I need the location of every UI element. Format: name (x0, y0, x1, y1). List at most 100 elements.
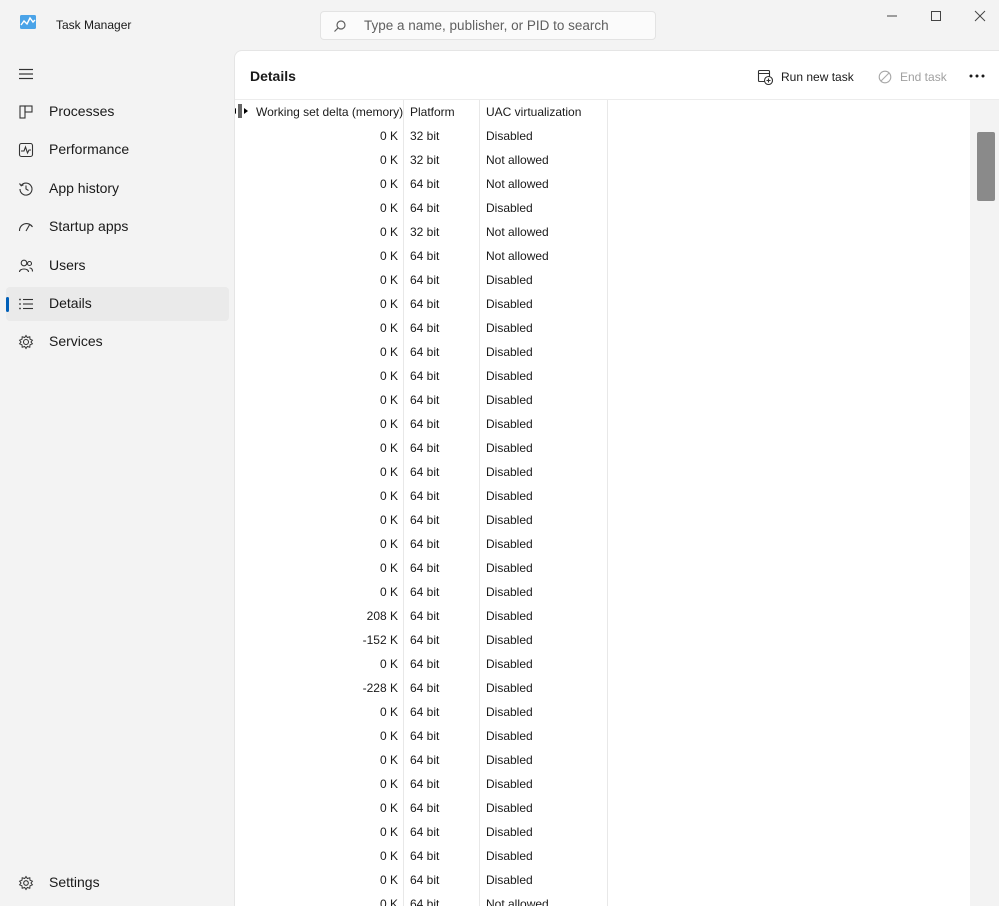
table-row[interactable]: 0 K 64 bit Disabled (235, 508, 609, 532)
end-task-label: End task (900, 70, 947, 84)
table-row[interactable]: 0 K 64 bit Disabled (235, 772, 609, 796)
vertical-scrollbar[interactable] (970, 100, 999, 906)
working-set-delta-cell: 208 K (366, 609, 398, 623)
table-row[interactable]: 208 K 64 bit Disabled (235, 604, 609, 628)
more-options-button[interactable] (967, 67, 987, 85)
table-row[interactable]: 0 K 64 bit Disabled (235, 340, 609, 364)
table-row[interactable]: -152 K 64 bit Disabled (235, 628, 609, 652)
platform-cell: 64 bit (410, 273, 440, 287)
scrollbar-thumb[interactable] (977, 132, 995, 201)
table-row[interactable]: 0 K 64 bit Disabled (235, 460, 609, 484)
platform-cell: 64 bit (410, 177, 440, 191)
table-row[interactable]: 0 K 64 bit Disabled (235, 868, 609, 892)
hamburger-icon (19, 68, 33, 80)
search-placeholder[interactable]: Type a name, publisher, or PID to search (364, 18, 609, 33)
search-icon (334, 20, 346, 32)
close-icon (974, 10, 986, 22)
working-set-delta-cell: 0 K (379, 825, 398, 839)
working-set-delta-cell: 0 K (379, 513, 398, 527)
platform-cell: 64 bit (410, 369, 440, 383)
table-row[interactable]: 0 K 64 bit Disabled (235, 796, 609, 820)
uac-virtualization-cell: Not allowed (486, 249, 549, 263)
page-title: Details (250, 68, 296, 84)
uac-virtualization-cell: Disabled (486, 705, 533, 719)
platform-cell: 64 bit (410, 441, 440, 455)
table-row[interactable]: 0 K 64 bit Disabled (235, 724, 609, 748)
platform-cell: 64 bit (410, 537, 440, 551)
sidebar-item-details[interactable]: Details (6, 287, 229, 321)
working-set-delta-cell: 0 K (379, 849, 398, 863)
table-row[interactable]: 0 K 64 bit Disabled (235, 844, 609, 868)
gear-icon (18, 875, 34, 891)
performance-icon (18, 142, 34, 158)
table-row[interactable]: 0 K 64 bit Disabled (235, 364, 609, 388)
table-row[interactable]: 0 K 64 bit Disabled (235, 388, 609, 412)
table-row[interactable]: 0 K 64 bit Disabled (235, 532, 609, 556)
sidebar-item-app-history[interactable]: App history (6, 172, 229, 206)
maximize-icon (931, 11, 941, 21)
platform-cell: 64 bit (410, 321, 440, 335)
uac-virtualization-cell: Disabled (486, 129, 533, 143)
end-task-button[interactable]: End task (878, 67, 947, 87)
working-set-delta-cell: 0 K (379, 249, 398, 263)
table-row[interactable]: 0 K 64 bit Disabled (235, 436, 609, 460)
uac-virtualization-cell: Disabled (486, 873, 533, 887)
platform-cell: 64 bit (410, 393, 440, 407)
sidebar-item-settings[interactable]: Settings (6, 866, 229, 900)
active-indicator (6, 297, 9, 312)
uac-virtualization-cell: Not allowed (486, 177, 549, 191)
table-row[interactable]: 0 K 64 bit Disabled (235, 700, 609, 724)
table-row[interactable]: 0 K 64 bit Not allowed (235, 172, 609, 196)
platform-cell: 64 bit (410, 849, 440, 863)
working-set-delta-cell: 0 K (379, 753, 398, 767)
sidebar-item-label: Startup apps (49, 218, 129, 234)
close-button[interactable] (957, 4, 999, 28)
table-row[interactable]: 0 K 64 bit Disabled (235, 292, 609, 316)
users-icon (18, 259, 34, 273)
table-row[interactable]: 0 K 64 bit Disabled (235, 268, 609, 292)
uac-virtualization-cell: Disabled (486, 729, 533, 743)
platform-cell: 64 bit (410, 657, 440, 671)
uac-virtualization-cell: Disabled (486, 585, 533, 599)
minimize-button[interactable] (869, 4, 915, 28)
working-set-delta-cell: 0 K (379, 657, 398, 671)
working-set-delta-cell: 0 K (379, 225, 398, 239)
sidebar-item-performance[interactable]: Performance (6, 133, 229, 167)
working-set-delta-cell: 0 K (379, 345, 398, 359)
platform-cell: 64 bit (410, 873, 440, 887)
uac-virtualization-cell: Disabled (486, 441, 533, 455)
platform-cell: 64 bit (410, 633, 440, 647)
table-row[interactable]: 0 K 64 bit Not allowed (235, 244, 609, 268)
platform-cell: 64 bit (410, 801, 440, 815)
platform-cell: 64 bit (410, 825, 440, 839)
minimize-icon (887, 15, 897, 17)
table-row[interactable]: 0 K 64 bit Disabled (235, 580, 609, 604)
table-row[interactable]: 0 K 64 bit Disabled (235, 652, 609, 676)
run-new-task-button[interactable]: Run new task (757, 67, 854, 87)
more-icon (969, 74, 985, 78)
table-row[interactable]: 0 K 64 bit Disabled (235, 484, 609, 508)
table-row[interactable]: 0 K 32 bit Not allowed (235, 220, 609, 244)
table-row[interactable]: 0 K 64 bit Disabled (235, 316, 609, 340)
sidebar-item-services[interactable]: Services (6, 325, 229, 359)
platform-cell: 64 bit (410, 345, 440, 359)
table-row[interactable]: 0 K 32 bit Disabled (235, 124, 609, 148)
table-row[interactable]: 0 K 32 bit Not allowed (235, 148, 609, 172)
sidebar-item-processes[interactable]: Processes (6, 95, 229, 129)
table-row[interactable]: 0 K 64 bit Disabled (235, 412, 609, 436)
uac-virtualization-cell: Not allowed (486, 225, 549, 239)
sidebar-item-users[interactable]: Users (6, 249, 229, 283)
table-row[interactable]: 0 K 64 bit Disabled (235, 820, 609, 844)
maximize-button[interactable] (913, 4, 959, 28)
table-row[interactable]: 0 K 64 bit Disabled (235, 748, 609, 772)
hamburger-menu-button[interactable] (11, 60, 41, 88)
sidebar-item-startup-apps[interactable]: Startup apps (6, 210, 229, 244)
table-row[interactable]: -228 K 64 bit Disabled (235, 676, 609, 700)
uac-virtualization-cell: Disabled (486, 369, 533, 383)
table-row[interactable]: 0 K 64 bit Disabled (235, 196, 609, 220)
table-row[interactable]: 0 K 64 bit Not allowed (235, 892, 609, 906)
uac-virtualization-cell: Disabled (486, 201, 533, 215)
search-box[interactable]: Type a name, publisher, or PID to search (320, 11, 656, 40)
table-row[interactable]: 0 K 64 bit Disabled (235, 556, 609, 580)
working-set-delta-cell: 0 K (379, 585, 398, 599)
